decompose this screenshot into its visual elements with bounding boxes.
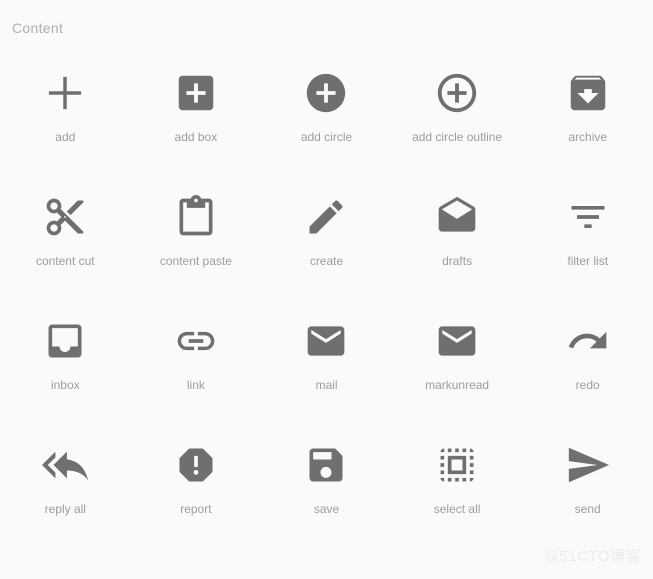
icon-cell-markunread[interactable]: markunread: [392, 310, 523, 434]
icon-cell-add[interactable]: add: [0, 62, 131, 186]
icon-cell-content-paste[interactable]: content paste: [131, 186, 262, 310]
icon-cell-inbox[interactable]: inbox: [0, 310, 131, 434]
icon-label: save: [313, 502, 340, 516]
select-all-icon: [435, 434, 479, 496]
icon-gallery-page: Content add add box add circle add circl…: [0, 0, 653, 579]
icon-label: add circle: [300, 130, 353, 144]
icon-label: add: [55, 130, 76, 144]
icon-cell-create[interactable]: create: [261, 186, 392, 310]
icon-cell-add-box[interactable]: add box: [131, 62, 262, 186]
icon-cell-save[interactable]: save: [261, 434, 392, 558]
icon-label: content paste: [159, 254, 232, 268]
icon-label: archive: [568, 130, 608, 144]
add-circle-outline-icon: [434, 62, 480, 124]
icon-cell-mail[interactable]: mail: [261, 310, 392, 434]
inbox-icon: [43, 310, 87, 372]
icon-label: send: [574, 502, 601, 516]
redo-icon: [566, 310, 610, 372]
icon-label: add circle outline: [412, 130, 503, 144]
icon-grid: add add box add circle add circle outlin…: [0, 62, 653, 558]
mail-icon: [304, 310, 348, 372]
icon-cell-redo[interactable]: redo: [522, 310, 653, 434]
add-box-icon: [173, 62, 219, 124]
icon-cell-reply-all[interactable]: reply all: [0, 434, 131, 558]
icon-label: redo: [575, 378, 600, 392]
icon-label: report: [180, 502, 212, 516]
markunread-icon: [435, 310, 479, 372]
icon-label: reply all: [44, 502, 86, 516]
page-title: Content: [12, 20, 64, 36]
reply-all-icon: [42, 434, 89, 496]
send-icon: [565, 434, 611, 496]
filter-list-icon: [566, 186, 610, 248]
content-cut-icon: [43, 186, 87, 248]
link-icon: [174, 310, 218, 372]
archive-icon: [565, 62, 611, 124]
drafts-icon: [435, 186, 479, 248]
icon-cell-select-all[interactable]: select all: [392, 434, 523, 558]
icon-label: filter list: [567, 254, 609, 268]
icon-cell-report[interactable]: report: [131, 434, 262, 558]
content-paste-icon: [174, 186, 218, 248]
icon-label: markunread: [425, 378, 490, 392]
icon-label: add box: [174, 130, 218, 144]
save-icon: [304, 434, 348, 496]
icon-label: inbox: [50, 378, 80, 392]
add-icon: [42, 62, 88, 124]
icon-label: link: [186, 378, 205, 392]
icon-cell-archive[interactable]: archive: [522, 62, 653, 186]
icon-label: content cut: [35, 254, 95, 268]
report-icon: [174, 434, 218, 496]
icon-cell-link[interactable]: link: [131, 310, 262, 434]
add-circle-icon: [303, 62, 349, 124]
icon-label: drafts: [442, 254, 473, 268]
icon-label: select all: [433, 502, 481, 516]
icon-cell-send[interactable]: send: [522, 434, 653, 558]
create-icon: [304, 186, 348, 248]
icon-cell-content-cut[interactable]: content cut: [0, 186, 131, 310]
icon-cell-add-circle-outline[interactable]: add circle outline: [392, 62, 523, 186]
icon-label: create: [309, 254, 344, 268]
icon-label: mail: [315, 378, 338, 392]
watermark: @51CTO博客: [543, 548, 641, 565]
icon-cell-add-circle[interactable]: add circle: [261, 62, 392, 186]
icon-cell-filter-list[interactable]: filter list: [522, 186, 653, 310]
icon-cell-drafts[interactable]: drafts: [392, 186, 523, 310]
